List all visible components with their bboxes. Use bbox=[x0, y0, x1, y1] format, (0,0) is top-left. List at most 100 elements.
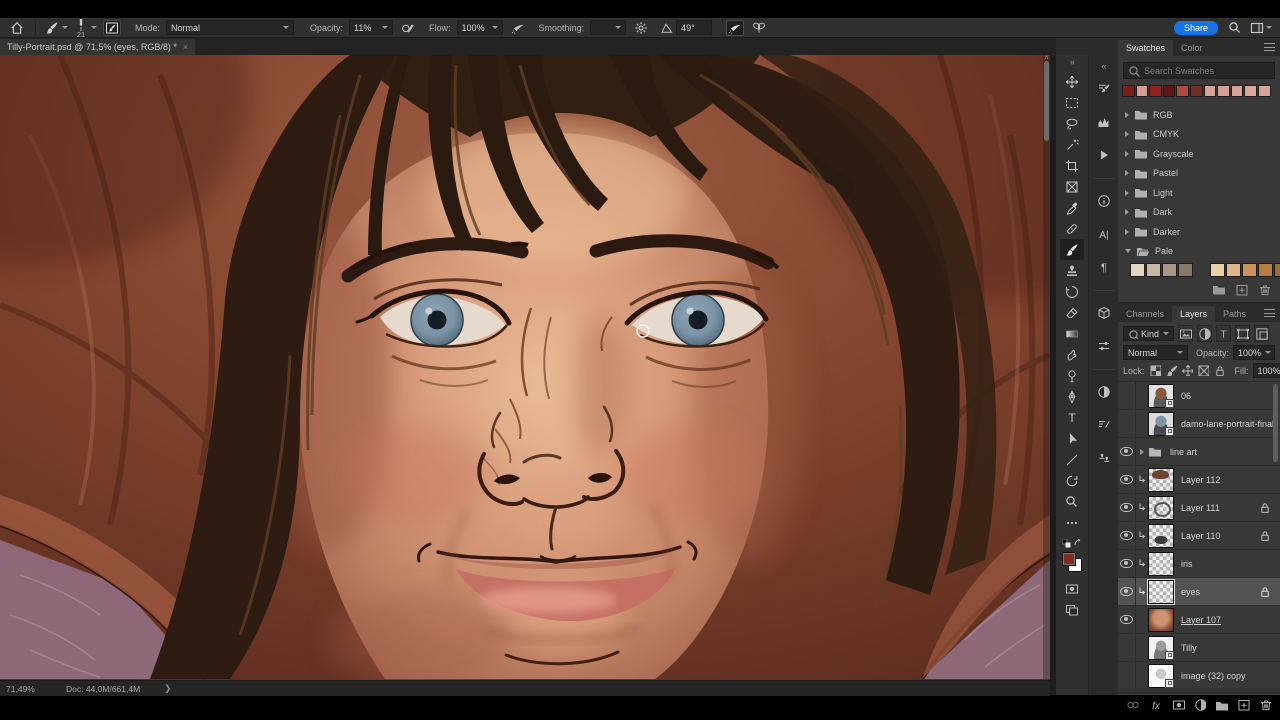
brushes-panel-icon[interactable] bbox=[1092, 413, 1116, 437]
tab-color[interactable]: Color bbox=[1173, 40, 1211, 56]
clone-source-panel-icon[interactable] bbox=[1092, 446, 1116, 470]
tab-layers[interactable]: Layers bbox=[1172, 306, 1216, 322]
canvas[interactable] bbox=[0, 0, 1220, 688]
group-row[interactable]: line art bbox=[1118, 438, 1280, 466]
filter-type-layers-icon[interactable]: T bbox=[1216, 325, 1232, 342]
swatch[interactable] bbox=[1135, 85, 1149, 97]
quick-mask-icon[interactable] bbox=[1060, 578, 1084, 599]
blend-mode-select[interactable]: Normal bbox=[1123, 345, 1188, 360]
swatch-group-cmyk[interactable]: CMYK bbox=[1118, 125, 1280, 145]
edit-toolbar-icon[interactable] bbox=[1060, 512, 1084, 533]
new-layer-icon[interactable] bbox=[1237, 698, 1250, 712]
delete-layer-icon[interactable] bbox=[1259, 698, 1272, 712]
share-button[interactable]: Share bbox=[1173, 20, 1218, 35]
tab-swatches[interactable]: Swatches bbox=[1118, 40, 1174, 56]
swatch[interactable] bbox=[1242, 263, 1257, 277]
layer-row-selected[interactable]: eyes bbox=[1118, 578, 1280, 606]
layer-thumbnail[interactable] bbox=[1148, 551, 1174, 576]
swatch-group-darker[interactable]: Darker bbox=[1118, 222, 1280, 242]
swatch-group-light[interactable]: Light bbox=[1118, 183, 1280, 203]
layer-row[interactable]: Layer 107 bbox=[1118, 606, 1280, 634]
tab-channels[interactable]: Channels bbox=[1118, 306, 1172, 322]
layer-thumbnail[interactable] bbox=[1148, 607, 1174, 632]
healing-brush-tool[interactable] bbox=[1060, 218, 1084, 239]
swatch[interactable] bbox=[1189, 85, 1203, 97]
layer-thumbnail[interactable] bbox=[1148, 467, 1174, 492]
lock-all-icon[interactable] bbox=[1213, 364, 1225, 378]
info-panel-icon[interactable] bbox=[1092, 189, 1116, 213]
marquee-tool[interactable] bbox=[1060, 92, 1084, 113]
visibility-toggle[interactable] bbox=[1118, 410, 1136, 437]
mode-select[interactable]: Normal bbox=[166, 20, 295, 35]
filter-smart-objects-icon[interactable] bbox=[1254, 325, 1270, 342]
lock-position-icon[interactable] bbox=[1181, 364, 1194, 378]
toggle-brush-settings-icon[interactable] bbox=[103, 19, 121, 36]
airbrush-icon[interactable] bbox=[509, 20, 527, 36]
collapse-panels-icon[interactable]: « bbox=[1101, 61, 1106, 71]
clone-stamp-tool[interactable] bbox=[1060, 260, 1084, 281]
document-tab[interactable]: Tilly-Portrait.psd @ 71,5% (eyes, RGB/8)… bbox=[0, 39, 196, 55]
panel-menu-icon[interactable] bbox=[1264, 43, 1275, 51]
frame-tool[interactable] bbox=[1060, 176, 1084, 197]
character-panel-icon[interactable]: A| bbox=[1092, 222, 1116, 246]
visibility-toggle[interactable] bbox=[1118, 550, 1136, 577]
smudge-tool[interactable] bbox=[1060, 344, 1084, 365]
layer-effects-icon[interactable]: fx bbox=[1148, 698, 1163, 712]
layer-row[interactable]: Layer 112 bbox=[1118, 466, 1280, 494]
move-tool[interactable] bbox=[1060, 71, 1084, 92]
brush-settings-panel-icon[interactable] bbox=[1092, 77, 1116, 101]
visibility-toggle[interactable] bbox=[1118, 494, 1136, 521]
swatch-group-pastel[interactable]: Pastel bbox=[1118, 164, 1280, 184]
screen-mode-icon[interactable] bbox=[1060, 599, 1084, 620]
layer-row[interactable]: 06 bbox=[1118, 382, 1280, 410]
line-tool[interactable] bbox=[1060, 449, 1084, 470]
tab-paths[interactable]: Paths bbox=[1215, 306, 1254, 322]
workspace-switcher[interactable] bbox=[1250, 21, 1272, 35]
add-mask-icon[interactable] bbox=[1172, 698, 1185, 712]
smoothing-select[interactable] bbox=[590, 20, 627, 35]
type-tool[interactable]: T bbox=[1060, 407, 1084, 428]
status-options-chevron-icon[interactable]: ❯ bbox=[164, 683, 171, 694]
adjustments-panel-icon[interactable] bbox=[1092, 334, 1116, 358]
visibility-toggle[interactable] bbox=[1118, 606, 1136, 633]
swatch[interactable] bbox=[1244, 85, 1257, 97]
eraser-tool[interactable] bbox=[1060, 302, 1084, 323]
layer-row[interactable]: Tilly bbox=[1118, 634, 1280, 662]
canvas-vertical-scrollbar[interactable]: ˄ bbox=[1043, 55, 1050, 679]
swatch-group-pale[interactable]: Pale bbox=[1118, 242, 1280, 262]
close-tab-icon[interactable]: × bbox=[183, 42, 188, 52]
rotate-view-tool[interactable] bbox=[1060, 470, 1084, 491]
airbrush-pressure-icon[interactable] bbox=[726, 19, 745, 36]
layer-row[interactable]: image (32) copy bbox=[1118, 662, 1280, 690]
pressure-opacity-icon[interactable] bbox=[399, 20, 417, 36]
layer-opacity-select[interactable]: 100% bbox=[1233, 345, 1275, 360]
swatch[interactable] bbox=[1162, 263, 1177, 277]
filter-pixel-layers-icon[interactable] bbox=[1178, 325, 1194, 342]
visibility-toggle[interactable] bbox=[1118, 382, 1136, 409]
opacity-select[interactable]: 11% bbox=[349, 20, 394, 35]
foreground-background-colors[interactable] bbox=[1062, 552, 1082, 572]
eyedropper-tool[interactable] bbox=[1060, 197, 1084, 218]
swatch-group-dark[interactable]: Dark bbox=[1118, 203, 1280, 223]
search-icon[interactable] bbox=[1226, 20, 1244, 36]
histogram-panel-icon[interactable] bbox=[1092, 110, 1116, 134]
home-icon[interactable] bbox=[8, 20, 26, 36]
swatch[interactable] bbox=[1203, 85, 1217, 97]
collapse-toolbar-icon[interactable]: « bbox=[1070, 57, 1075, 67]
layer-thumbnail[interactable] bbox=[1148, 411, 1174, 436]
lock-artboard-icon[interactable] bbox=[1197, 364, 1210, 378]
swatches-search-input[interactable]: Search Swatches bbox=[1123, 62, 1275, 79]
swatch[interactable] bbox=[1217, 85, 1230, 97]
adjustment-layer-icon[interactable] bbox=[1194, 698, 1207, 712]
swatch[interactable] bbox=[1178, 263, 1193, 277]
lasso-tool[interactable] bbox=[1060, 113, 1084, 134]
link-layers-icon[interactable] bbox=[1126, 698, 1139, 712]
visibility-toggle[interactable] bbox=[1118, 466, 1136, 493]
layer-thumbnail[interactable] bbox=[1148, 523, 1174, 548]
layer-row[interactable]: Layer 110 bbox=[1118, 522, 1280, 550]
swatch[interactable] bbox=[1149, 85, 1162, 97]
visibility-toggle[interactable] bbox=[1118, 634, 1136, 661]
fill-select[interactable]: 100% bbox=[1252, 363, 1280, 378]
swatch[interactable] bbox=[1226, 263, 1241, 277]
swatch[interactable] bbox=[1258, 263, 1273, 277]
